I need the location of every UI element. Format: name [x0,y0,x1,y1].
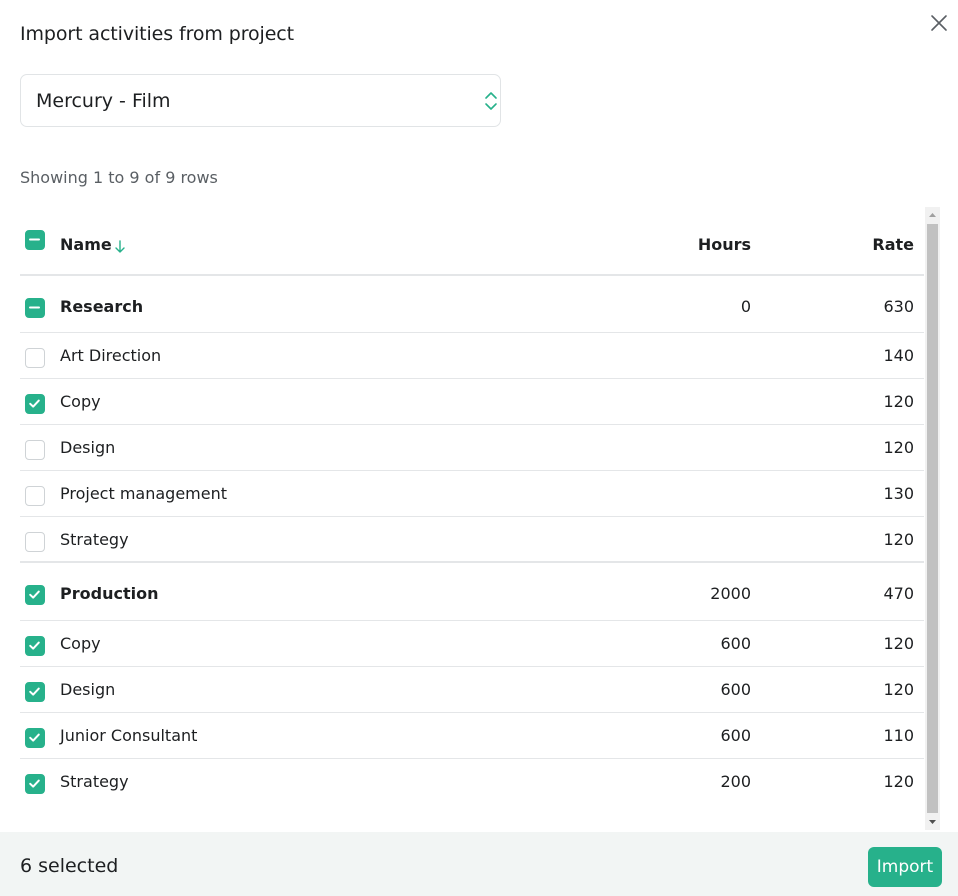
table-group-row[interactable]: Research 0 630 [20,276,924,333]
row-checkbox[interactable] [25,440,45,460]
table-header: Name Hours Rate [20,210,924,276]
check-icon [29,399,40,408]
table-row[interactable]: Strategy 200 120 [20,759,924,805]
scroll-up-arrow-icon[interactable] [925,207,940,223]
cell-rate: 120 [883,392,914,411]
table-row[interactable]: Strategy 120 [20,517,924,563]
row-checkbox[interactable] [25,532,45,552]
cell-rate: 110 [883,726,914,745]
cell-name: Art Direction [60,346,162,365]
modal-footer: 6 selected Import [0,832,958,896]
import-activities-modal: Import activities from project Mercury -… [0,0,958,896]
check-icon [29,733,40,742]
arrow-down-icon[interactable] [114,240,126,254]
scrollbar-thumb[interactable] [927,224,938,813]
table-row[interactable]: Design 120 [20,425,924,471]
cell-name: Research [60,297,144,316]
check-icon [29,641,40,650]
cell-hours: 0 [740,297,751,316]
column-header-name[interactable]: Name [60,235,112,254]
table-group-row[interactable]: Production 2000 470 [20,563,924,621]
cell-rate: 120 [883,438,914,457]
cell-hours: 200 [720,772,751,791]
cell-rate: 130 [883,484,914,503]
cell-rate: 470 [883,584,914,603]
row-checkbox[interactable] [25,682,45,702]
cell-name: Strategy [60,772,129,791]
column-header-hours[interactable]: Hours [698,235,751,254]
cell-rate: 140 [883,346,914,365]
cell-name: Production [60,584,159,603]
table-row[interactable]: Design 600 120 [20,667,924,713]
cell-rate: 120 [883,680,914,699]
minus-icon [29,306,40,309]
project-select-value: Mercury - Film [36,90,171,112]
scroll-down-arrow-icon[interactable] [925,814,940,830]
cell-name: Strategy [60,530,129,549]
cell-hours: 2000 [710,584,751,603]
row-checkbox[interactable] [25,394,45,414]
cell-rate: 120 [883,530,914,549]
cell-name: Junior Consultant [60,726,198,745]
cell-rate: 120 [883,634,914,653]
table-row[interactable]: Project management 130 [20,471,924,517]
cell-hours: 600 [720,634,751,653]
close-button[interactable] [927,11,951,35]
project-select[interactable]: Mercury - Film [20,74,501,127]
table-row[interactable]: Junior Consultant 600 110 [20,713,924,759]
row-checkbox[interactable] [25,728,45,748]
table-row[interactable]: Copy 120 [20,379,924,425]
table-row[interactable]: Art Direction 140 [20,333,924,379]
cell-name: Design [60,680,116,699]
row-checkbox[interactable] [25,585,45,605]
close-icon [931,15,947,31]
row-checkbox[interactable] [25,298,45,318]
check-icon [29,590,40,599]
cell-name: Project management [60,484,228,503]
row-checkbox[interactable] [25,774,45,794]
cell-name: Copy [60,634,101,653]
minus-icon [29,238,40,241]
cell-rate: 120 [883,772,914,791]
cell-rate: 630 [883,297,914,316]
cell-name: Copy [60,392,101,411]
import-button[interactable]: Import [868,847,942,887]
select-all-checkbox[interactable] [25,230,45,250]
cell-name: Design [60,438,116,457]
column-header-rate[interactable]: Rate [872,235,914,254]
table-row[interactable]: Copy 600 120 [20,621,924,667]
row-checkbox[interactable] [25,348,45,368]
modal-title: Import activities from project [20,23,294,45]
check-icon [29,687,40,696]
check-icon [29,779,40,788]
chevron-up-down-icon [485,92,497,110]
table-scrollbar[interactable] [925,207,940,830]
rows-info: Showing 1 to 9 of 9 rows [20,168,218,187]
selected-count: 6 selected [20,855,119,877]
cell-hours: 600 [720,680,751,699]
row-checkbox[interactable] [25,636,45,656]
cell-hours: 600 [720,726,751,745]
row-checkbox[interactable] [25,486,45,506]
